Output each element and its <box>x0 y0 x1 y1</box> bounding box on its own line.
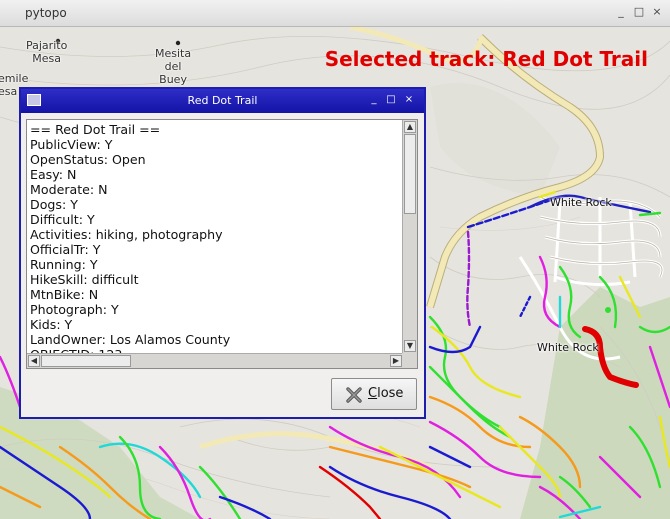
attribute-line: Dogs: Y <box>30 197 78 212</box>
attribute-line: Photograph: Y <box>30 302 119 317</box>
attribute-line: HikeSkill: difficult <box>30 272 139 287</box>
scroll-left-arrow-icon[interactable]: ◀ <box>28 355 40 367</box>
place-label-white-rock: White Rock <box>537 341 599 354</box>
dialog-title: Red Dot Trail <box>187 94 258 107</box>
place-label-white-rock-top: White Rock <box>550 196 612 209</box>
trail-attributes-textbox[interactable]: == Red Dot Trail == PublicView: Y OpenStat… <box>26 119 418 369</box>
close-window-button[interactable]: × <box>650 5 664 19</box>
attribute-line: Difficult: Y <box>30 212 95 227</box>
attribute-line: OpenStatus: Open <box>30 152 146 167</box>
trail-attributes-text[interactable]: == Red Dot Trail == PublicView: Y OpenStat… <box>27 120 403 353</box>
pytopo-main-window: pytopo _ □ × Selected track: Red Dot Tra… <box>0 0 670 519</box>
main-titlebar[interactable]: pytopo _ □ × <box>0 0 670 27</box>
trail-info-dialog: Red Dot Trail _ □ × == Red Dot Trail == P… <box>19 87 426 419</box>
attribute-line: Moderate: N <box>30 182 108 197</box>
dialog-minimize-button[interactable]: _ <box>368 94 380 106</box>
horizontal-scrollbar[interactable]: ◀ ▶ <box>27 353 403 368</box>
attribute-line: PublicView: Y <box>30 137 113 152</box>
attribute-line: Easy: N <box>30 167 77 182</box>
minimize-button[interactable]: _ <box>614 5 628 19</box>
close-x-icon <box>346 387 362 403</box>
dialog-close-button[interactable]: × <box>403 94 415 106</box>
scrollbar-corner <box>402 353 417 368</box>
scroll-down-arrow-icon[interactable]: ▼ <box>404 340 416 352</box>
close-button[interactable]: Close <box>331 378 417 410</box>
close-button-label: Close <box>368 386 404 401</box>
dialog-maximize-button[interactable]: □ <box>385 94 397 106</box>
attribute-line: Activities: hiking, photography <box>30 227 223 242</box>
dialog-titlebar[interactable]: Red Dot Trail _ □ × <box>21 89 424 113</box>
maximize-button[interactable]: □ <box>632 5 646 19</box>
attribute-line: Kids: Y <box>30 317 73 332</box>
selected-track-label: Selected track: Red Dot Trail <box>324 47 648 71</box>
vertical-scrollbar[interactable]: ▲ ▼ <box>402 120 417 353</box>
window-title: pytopo <box>25 6 67 20</box>
scroll-up-arrow-icon[interactable]: ▲ <box>404 121 416 133</box>
attribute-line: MtnBike: N <box>30 287 99 302</box>
scroll-right-arrow-icon[interactable]: ▶ <box>390 355 402 367</box>
attribute-line: LandOwner: Los Alamos County <box>30 332 231 347</box>
attribute-line: Running: Y <box>30 257 98 272</box>
horizontal-scroll-thumb[interactable] <box>41 355 131 367</box>
place-label-pajarito-mesa: Pajarito Mesa <box>26 39 68 65</box>
place-label-mesita-del-buey: Mesita del Buey <box>155 47 192 86</box>
vertical-scroll-thumb[interactable] <box>404 134 416 214</box>
attribute-line: OfficialTr: Y <box>30 242 101 257</box>
attribute-line: == Red Dot Trail == <box>30 122 161 137</box>
